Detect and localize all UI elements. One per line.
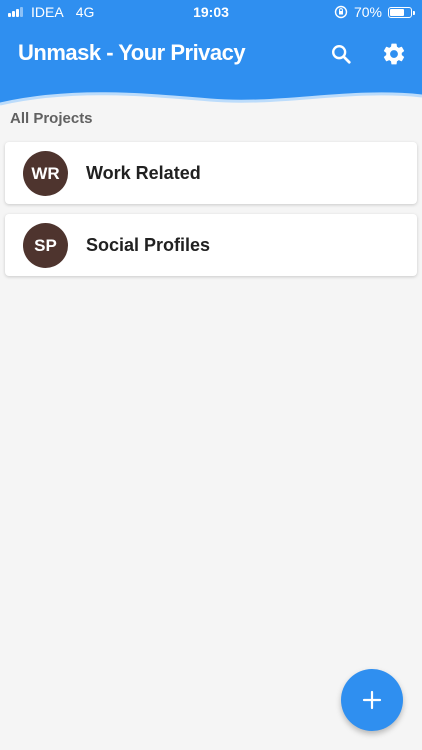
project-list: WR Work Related SP Social Profiles (5, 142, 417, 286)
project-name: Work Related (86, 163, 201, 183)
app-title: Unmask - Your Privacy (18, 40, 246, 65)
app-screen: IDEA 4G 19:03 70% Unmask - Your Privacy (0, 0, 422, 750)
project-card-social-profiles[interactable]: SP Social Profiles (5, 214, 417, 276)
avatar: SP (23, 223, 68, 268)
avatar: WR (23, 151, 68, 196)
project-card-work-related[interactable]: WR Work Related (5, 142, 417, 204)
search-button[interactable] (325, 38, 357, 70)
section-heading: All Projects (10, 110, 93, 127)
battery-level-fill (390, 8, 404, 16)
add-project-button[interactable] (341, 669, 403, 731)
rotation-lock-icon (334, 5, 348, 19)
search-icon (332, 45, 351, 64)
settings-button[interactable] (378, 38, 410, 70)
plus-icon (362, 690, 382, 710)
battery-percent: 70% (353, 4, 382, 20)
project-name: Social Profiles (86, 235, 211, 255)
gear-icon (383, 43, 405, 65)
battery-icon (388, 6, 415, 18)
app-bar: IDEA 4G 19:03 70% Unmask - Your Privacy (0, 0, 422, 118)
status-bar: IDEA 4G 19:03 70% (0, 0, 422, 24)
